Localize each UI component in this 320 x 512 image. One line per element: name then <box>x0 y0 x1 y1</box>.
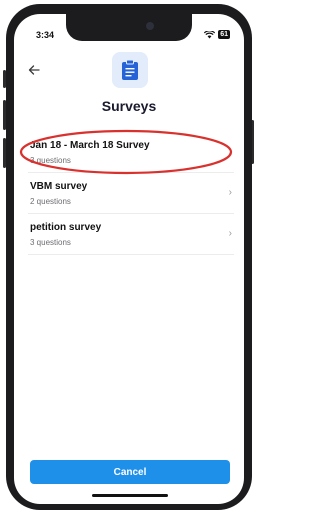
page-title: Surveys <box>101 98 157 114</box>
status-time: 3:34 <box>36 30 55 40</box>
status-icons: 61 <box>204 30 230 39</box>
survey-item-petition[interactable]: petition survey 3 questions › <box>28 214 234 255</box>
back-button[interactable] <box>24 60 44 80</box>
survey-name: VBM survey <box>30 181 88 192</box>
survey-list: Jan 18 - March 18 Survey 3 questions › V… <box>28 132 234 255</box>
arrow-left-icon <box>28 65 40 75</box>
survey-question-count: 2 questions <box>30 197 71 206</box>
screenshot-stage: 3:34 61 Surveys Jan 18 - March 18 Survey… <box>0 0 257 512</box>
survey-item-vbm[interactable]: VBM survey 2 questions › <box>28 173 234 214</box>
front-camera <box>146 22 154 30</box>
survey-name: Jan 18 - March 18 Survey <box>30 140 150 151</box>
battery-indicator: 61 <box>218 30 230 39</box>
chevron-right-icon: › <box>228 146 232 157</box>
survey-question-count: 3 questions <box>30 156 71 165</box>
home-indicator <box>92 494 168 497</box>
surveys-header-icon <box>112 52 148 88</box>
survey-name: petition survey <box>30 222 102 233</box>
chevron-right-icon: › <box>228 228 232 239</box>
notch <box>66 14 192 41</box>
chevron-right-icon: › <box>228 187 232 198</box>
phone-screen: 3:34 61 Surveys Jan 18 - March 18 Survey… <box>14 14 244 504</box>
cancel-button[interactable]: Cancel <box>30 460 230 484</box>
survey-question-count: 3 questions <box>30 238 71 247</box>
survey-item-jan-march[interactable]: Jan 18 - March 18 Survey 3 questions › <box>28 132 234 173</box>
clipboard-icon <box>122 59 138 80</box>
wifi-icon <box>204 30 216 38</box>
